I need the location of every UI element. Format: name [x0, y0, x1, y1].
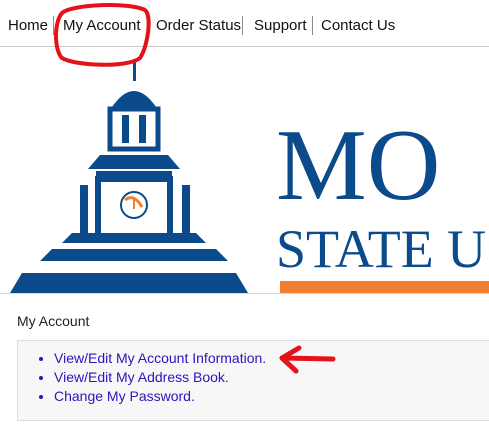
page-title: My Account [17, 313, 90, 329]
account-content: My Account View/Edit My Account Informat… [0, 294, 489, 425]
list-item: View/Edit My Account Information. [54, 349, 266, 368]
logo-text-line1: MO [276, 109, 440, 222]
nav-contact-us[interactable]: Contact Us [321, 17, 395, 35]
list-item: View/Edit My Address Book. [54, 368, 266, 387]
logo-orange-bar [280, 281, 489, 293]
nav-support[interactable]: Support [254, 17, 307, 35]
nav-home[interactable]: Home [8, 17, 48, 35]
edit-address-book-link[interactable]: View/Edit My Address Book. [54, 369, 229, 385]
logo-text-line2: STATE U [276, 219, 486, 279]
nav-divider [242, 16, 243, 35]
university-logo: MO STATE U [10, 59, 489, 293]
clock-tower-icon [10, 59, 248, 293]
nav-order-status[interactable]: Order Status [156, 17, 241, 35]
list-item: Change My Password. [54, 387, 266, 406]
university-banner: MO STATE U [0, 47, 489, 294]
top-nav: Home My Account Order Status Support Con… [0, 0, 489, 47]
change-password-link[interactable]: Change My Password. [54, 388, 195, 404]
nav-divider [312, 16, 313, 35]
edit-account-info-link[interactable]: View/Edit My Account Information. [54, 350, 266, 366]
nav-my-account[interactable]: My Account [63, 17, 141, 35]
account-links-box: View/Edit My Account Information. View/E… [17, 340, 489, 421]
nav-divider [53, 16, 54, 35]
nav-divider [147, 16, 148, 35]
account-links-list: View/Edit My Account Information. View/E… [18, 349, 266, 406]
